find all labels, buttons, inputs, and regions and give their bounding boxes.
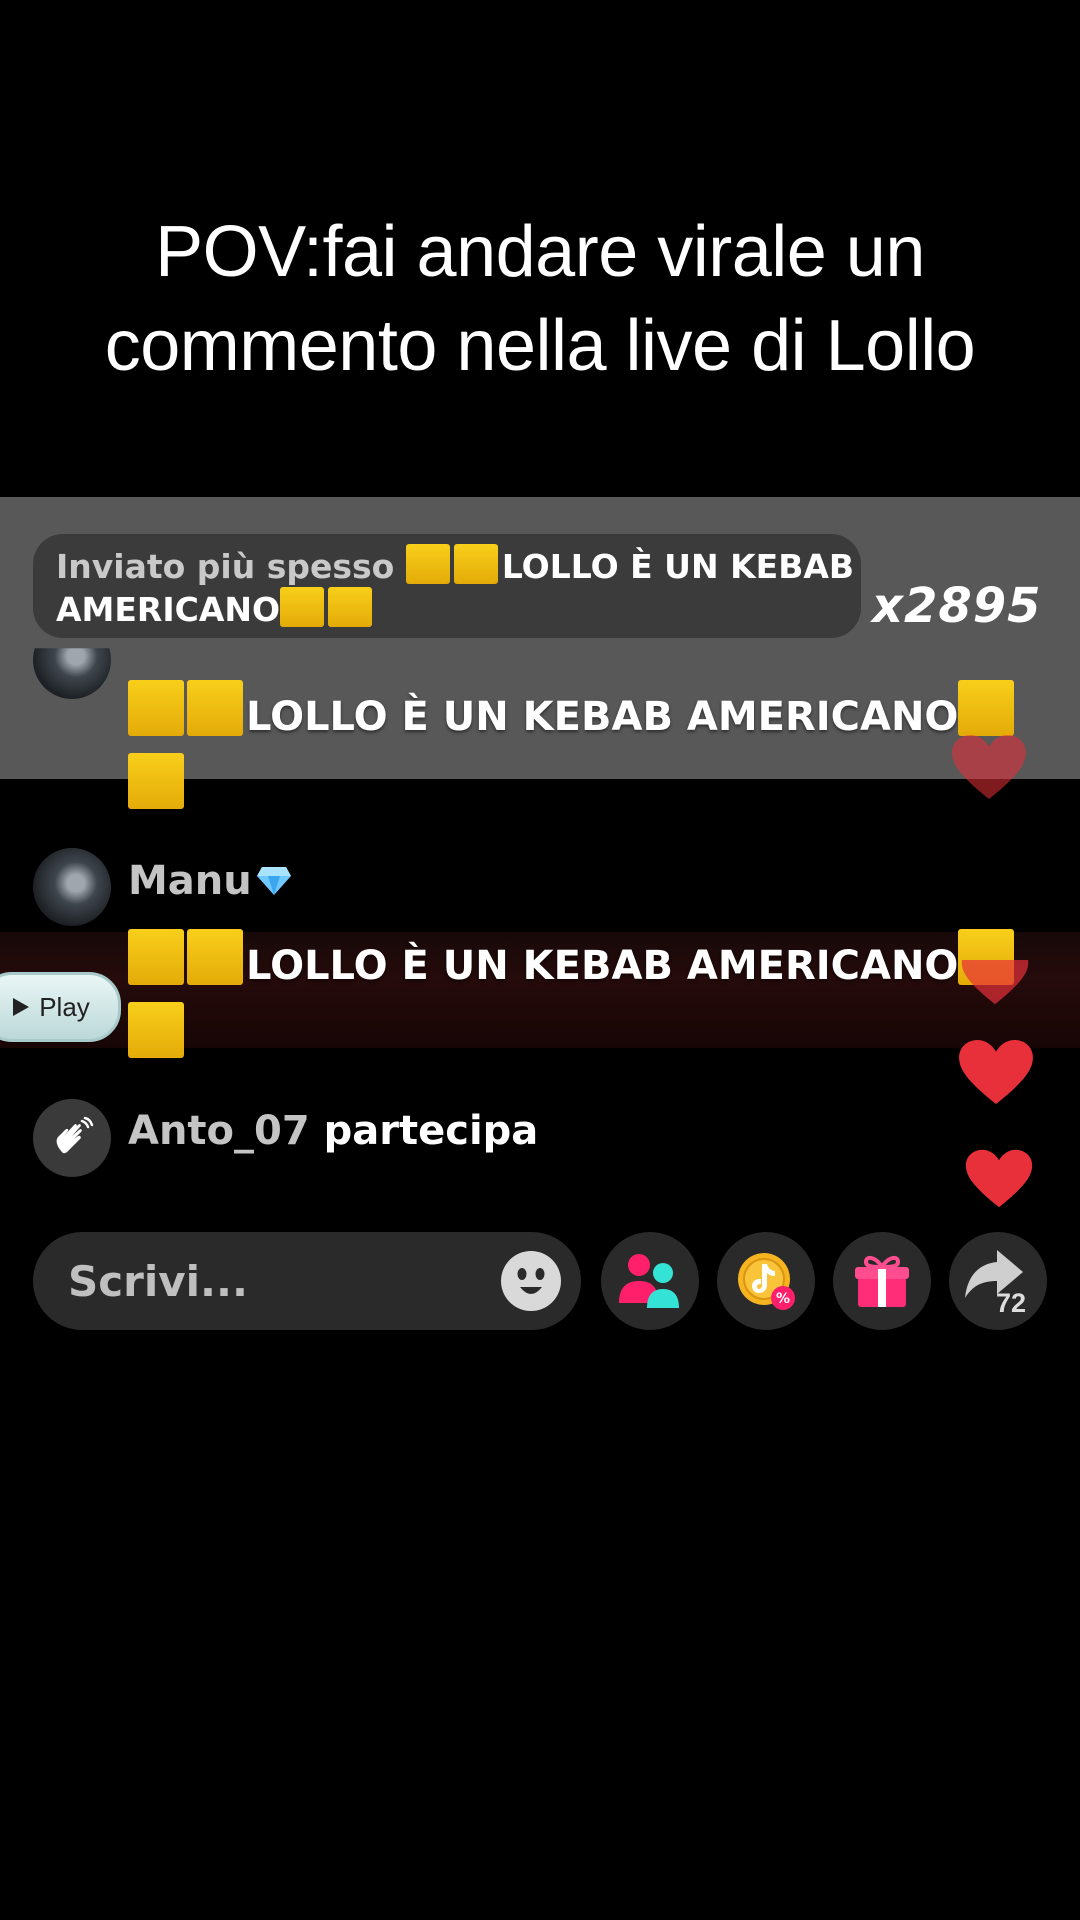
comment-message: LOLLO È UN KEBAB AMERICANO — [128, 929, 1058, 1058]
yellow-square-icon — [187, 680, 243, 736]
coin-button[interactable]: % — [717, 1232, 815, 1330]
join-notification: Anto_07 partecipa — [128, 1108, 538, 1154]
join-username[interactable]: Anto_07 — [128, 1108, 310, 1154]
yellow-square-icon — [405, 544, 450, 584]
play-icon — [13, 998, 30, 1016]
join-action: partecipa — [323, 1108, 539, 1154]
heart-icon — [952, 734, 1026, 800]
most-sent-text: Inviato più spesso LOLLO È UN KEBAB AMER… — [56, 544, 856, 630]
yellow-square-icon — [187, 929, 243, 985]
heart-icon — [965, 1149, 1033, 1208]
gift-icon — [855, 1255, 909, 1307]
yellow-square-icon — [280, 587, 325, 627]
wave-hand-icon — [33, 1099, 111, 1177]
share-count: 72 — [996, 1288, 1027, 1318]
svg-text:%: % — [776, 1291, 790, 1307]
diamond-icon — [256, 867, 291, 895]
yellow-square-icon — [128, 680, 184, 736]
tiktok-coin-icon: % — [738, 1253, 795, 1310]
most-sent-line2: AMERICANO — [56, 590, 281, 629]
comment-message: LOLLO È UN KEBAB AMERICANO — [128, 680, 1058, 809]
gift-button[interactable] — [833, 1232, 931, 1330]
live-stream-screen: POV:fai andare virale un commento nella … — [0, 0, 1080, 1920]
most-sent-prefix: Inviato più spesso — [56, 547, 406, 586]
avatar[interactable] — [33, 848, 111, 926]
heart-icon — [961, 960, 1029, 1005]
yellow-square-icon — [128, 753, 184, 809]
yellow-square-icon — [453, 544, 498, 584]
comment-text: LOLLO È UN KEBAB AMERICANO — [246, 943, 959, 989]
comment-input-placeholder: Scrivi... — [68, 1257, 248, 1306]
most-sent-line1: LOLLO È UN KEBAB — [501, 547, 855, 586]
friends-button[interactable] — [601, 1232, 699, 1330]
yellow-square-icon — [128, 929, 184, 985]
comment-text: LOLLO È UN KEBAB AMERICANO — [246, 694, 959, 740]
heart-icon — [959, 1039, 1033, 1105]
friends-icon — [619, 1254, 679, 1308]
most-sent-count: x2895 — [872, 578, 1042, 634]
emoji-icon[interactable] — [500, 1250, 562, 1312]
yellow-square-icon — [128, 1002, 184, 1058]
play-button[interactable]: Play — [0, 972, 121, 1042]
yellow-square-icon — [958, 680, 1015, 736]
yellow-square-icon — [328, 587, 373, 627]
video-caption: POV:fai andare virale un commento nella … — [104, 212, 976, 386]
comment-username[interactable]: Manu — [128, 858, 292, 904]
